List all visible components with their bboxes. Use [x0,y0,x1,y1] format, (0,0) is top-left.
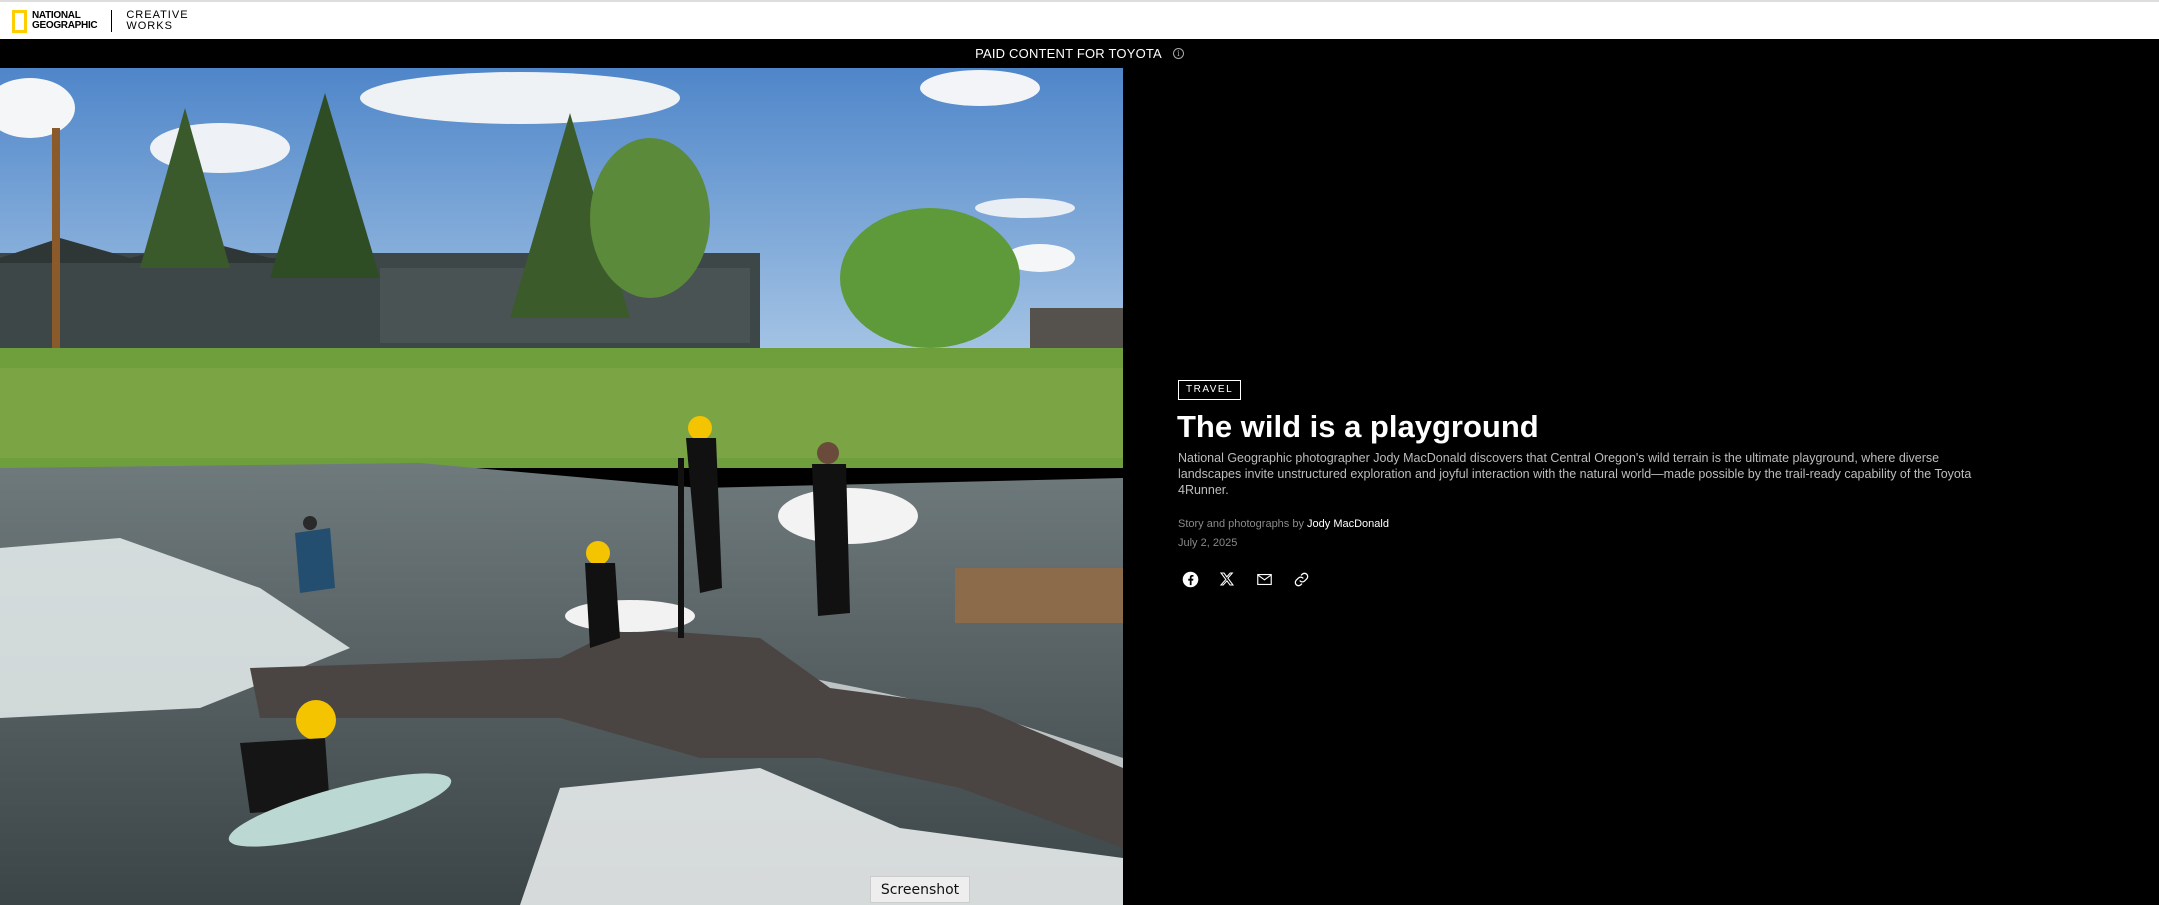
river-surfing-photo [0,68,1123,905]
share-bar [1180,569,1311,589]
hero-image [0,68,1123,905]
sponsor-bar: PAID CONTENT FOR TOYOTA i [0,39,2159,68]
link-icon [1294,572,1308,586]
facebook-icon [1182,571,1198,587]
byline: Story and photographs by Jody MacDonald [1178,517,1389,531]
byline-prefix: Story and photographs by [1178,518,1308,530]
x-share-button[interactable] [1217,569,1237,589]
yellow-border-logo-icon [12,9,27,33]
publish-date: July 2, 2025 [1178,537,1238,549]
category-badge[interactable]: TRAVEL [1178,380,1242,400]
article-dek: National Geographic photographer Jody Ma… [1178,451,1972,497]
author-link[interactable]: Jody MacDonald [1307,518,1389,530]
email-share-button[interactable] [1254,569,1274,589]
x-icon [1219,572,1235,586]
brand-wordmark: NATIONAL GEOGRAPHIC [32,11,98,31]
mail-icon [1256,573,1272,585]
info-icon[interactable]: i [1172,48,1184,59]
logo-divider [111,10,113,32]
copy-link-button[interactable] [1291,569,1311,589]
article-title: The wild is a playground [1177,409,1539,444]
site-header: NATIONAL GEOGRAPHIC CREATIVE WORKS [0,0,2159,39]
facebook-share-button[interactable] [1180,569,1200,589]
sponsor-label: PAID CONTENT FOR TOYOTA [975,46,1162,61]
creative-works-wordmark: CREATIVE WORKS [126,10,188,32]
natgeo-creative-works-logo[interactable]: NATIONAL GEOGRAPHIC CREATIVE WORKS [12,9,189,33]
sub-line-2: WORKS [126,20,173,32]
brand-line-2: GEOGRAPHIC [32,20,98,31]
screenshot-label: Screenshot [870,876,970,903]
